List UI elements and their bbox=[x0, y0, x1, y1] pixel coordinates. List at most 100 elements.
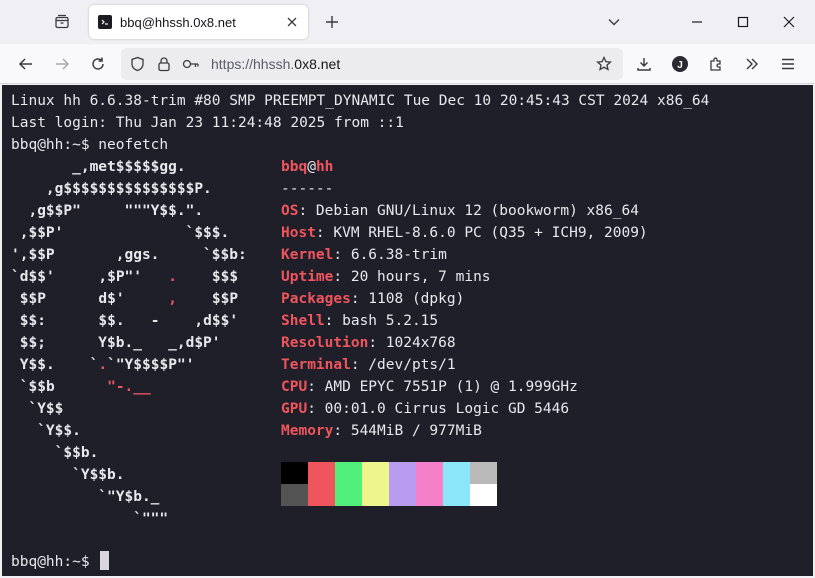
terminal-prompt-line: bbq@hh:~$ bbox=[11, 551, 110, 573]
extensions-icon[interactable] bbox=[704, 52, 728, 76]
info-key: Packages bbox=[281, 291, 351, 307]
neofetch-user: bbq bbox=[281, 159, 308, 175]
info-value: : 1024x768 bbox=[368, 335, 456, 351]
svg-text:J: J bbox=[677, 60, 683, 71]
info-row-host: Host: KVM RHEL-8.6.0 PC (Q35 + ICH9, 200… bbox=[281, 222, 648, 244]
info-row-kernel: Kernel: 6.6.38-trim bbox=[281, 244, 447, 266]
info-key: CPU bbox=[281, 379, 308, 395]
active-tab[interactable]: bbq@hhssh.0x8.net bbox=[89, 5, 308, 39]
logo-line: $$P d$' , $$P bbox=[19, 291, 239, 307]
terminal-line-command: bbq@hh:~$ neofetch bbox=[11, 137, 169, 153]
logo-line: Y$$. `.`"Y$$$$P"' bbox=[19, 357, 195, 373]
color-swatch bbox=[281, 462, 308, 484]
color-swatch bbox=[416, 462, 443, 484]
overflow-chevrons-icon[interactable] bbox=[740, 52, 764, 76]
color-swatch bbox=[362, 462, 389, 484]
color-swatch bbox=[362, 484, 389, 506]
reload-icon[interactable] bbox=[86, 52, 110, 76]
chevron-down-icon[interactable] bbox=[602, 10, 626, 34]
neofetch-separator: ------ bbox=[281, 181, 334, 197]
back-arrow-icon[interactable] bbox=[14, 52, 38, 76]
logo-line: $$; Y$b._ _,d$P' bbox=[11, 335, 221, 351]
logo-line: `""" bbox=[11, 511, 169, 527]
logo-line: `Y$$b. bbox=[11, 467, 125, 483]
logo-line: `"Y$b._ bbox=[11, 489, 160, 505]
maximize-icon[interactable] bbox=[731, 10, 755, 34]
url-text: https://hhssh.0x8.net bbox=[211, 56, 340, 72]
url-domain: 0x8.net bbox=[294, 56, 341, 72]
logo-line: _,met$$$$$gg. bbox=[11, 159, 186, 175]
logo-line: `Y$$ bbox=[11, 401, 64, 417]
info-value: : KVM RHEL-8.6.0 PC (Q35 + ICH9, 2009) bbox=[315, 225, 648, 241]
logo-line: `$$b. bbox=[11, 445, 99, 461]
window-close-icon[interactable] bbox=[777, 10, 801, 34]
info-value: : AMD EPYC 7551P (1) @ 1.999GHz bbox=[307, 379, 578, 395]
info-key: Uptime bbox=[281, 269, 334, 285]
info-value: : 544MiB / 977MiB bbox=[333, 423, 482, 439]
color-swatch bbox=[389, 462, 416, 484]
color-swatch bbox=[470, 484, 497, 506]
logo-line: `Y$$. bbox=[11, 423, 81, 439]
info-key: Kernel bbox=[281, 247, 334, 263]
logo-line: ,g$$$$$$$$$$$$$$$P. bbox=[11, 181, 212, 197]
terminal-line-last-login: Last login: Thu Jan 23 11:24:48 2025 fro… bbox=[11, 115, 404, 131]
bookmark-star-icon[interactable] bbox=[592, 52, 616, 76]
color-swatch bbox=[389, 484, 416, 506]
minimize-icon[interactable] bbox=[685, 10, 709, 34]
terminal-line-kernel: Linux hh 6.6.38-trim #80 SMP PREEMPT_DYN… bbox=[11, 93, 710, 109]
neofetch-at: @ bbox=[307, 159, 316, 175]
info-row-memory: Memory: 544MiB / 977MiB bbox=[281, 420, 482, 442]
hamburger-menu-icon[interactable] bbox=[776, 52, 800, 76]
info-value: : /dev/pts/1 bbox=[350, 357, 456, 373]
key-icon[interactable] bbox=[179, 52, 203, 76]
close-icon[interactable] bbox=[284, 14, 300, 30]
color-swatch bbox=[443, 462, 470, 484]
logo-line: ',$$P ,ggs. `$$b: bbox=[11, 247, 247, 263]
shield-icon[interactable] bbox=[125, 52, 149, 76]
info-key: Host bbox=[281, 225, 316, 241]
info-row-os: OS: Debian GNU/Linux 12 (bookworm) x86_6… bbox=[281, 200, 639, 222]
new-tab-icon[interactable] bbox=[320, 10, 344, 34]
info-value: : 00:01.0 Cirrus Logic GD 5446 bbox=[307, 401, 570, 417]
logo-line: `$$b "-.__ bbox=[19, 379, 151, 395]
logo-line: $$: $$. - ,d$$' bbox=[19, 313, 239, 329]
info-value: : bash 5.2.15 bbox=[324, 313, 439, 329]
info-row-terminal: Terminal: /dev/pts/1 bbox=[281, 354, 456, 376]
forward-arrow-icon[interactable] bbox=[50, 52, 74, 76]
color-swatch bbox=[443, 484, 470, 506]
lock-icon[interactable] bbox=[152, 52, 176, 76]
color-swatch bbox=[308, 462, 335, 484]
info-key: Terminal bbox=[281, 357, 351, 373]
info-row-resolution: Resolution: 1024x768 bbox=[281, 332, 456, 354]
info-key: Memory bbox=[281, 423, 334, 439]
color-swatch bbox=[470, 462, 497, 484]
info-key: OS bbox=[281, 203, 299, 219]
info-value: : Debian GNU/Linux 12 (bookworm) x86_64 bbox=[298, 203, 639, 219]
url-prefix: https://hhssh. bbox=[211, 56, 295, 72]
color-swatch bbox=[416, 484, 443, 506]
terminal-prompt: bbq@hh:~$ bbox=[11, 554, 99, 570]
info-row-uptime: Uptime: 20 hours, 7 mins bbox=[281, 266, 491, 288]
neofetch-title: bbq@hh bbox=[281, 156, 333, 178]
info-row-gpu: GPU: 00:01.0 Cirrus Logic GD 5446 bbox=[281, 398, 569, 420]
terminal-cursor bbox=[100, 551, 110, 570]
logo-line: ,g$$P" """Y$$.". bbox=[11, 203, 204, 219]
neofetch-host: hh bbox=[315, 159, 334, 175]
address-bar[interactable]: https://hhssh.0x8.net bbox=[121, 48, 623, 80]
info-row-shell: Shell: bash 5.2.15 bbox=[281, 310, 438, 332]
info-row-packages: Packages: 1108 (dpkg) bbox=[281, 288, 464, 310]
downloads-icon[interactable] bbox=[632, 52, 656, 76]
info-value: : 6.6.38-trim bbox=[333, 247, 447, 263]
color-swatch bbox=[308, 484, 335, 506]
info-value: : 1108 (dpkg) bbox=[350, 291, 465, 307]
tab-overview-icon[interactable] bbox=[50, 10, 74, 34]
info-value: : 20 hours, 7 mins bbox=[333, 269, 491, 285]
color-swatch bbox=[335, 462, 362, 484]
terminal-output[interactable]: Linux hh 6.6.38-trim #80 SMP PREEMPT_DYN… bbox=[2, 85, 813, 576]
tab-title: bbq@hhssh.0x8.net bbox=[120, 14, 236, 30]
info-key: Shell bbox=[281, 313, 325, 329]
tab-strip: bbq@hhssh.0x8.net bbox=[0, 0, 815, 44]
account-avatar-icon[interactable]: J bbox=[668, 52, 692, 76]
terminal-icon bbox=[98, 15, 112, 29]
info-key: Resolution bbox=[281, 335, 369, 351]
